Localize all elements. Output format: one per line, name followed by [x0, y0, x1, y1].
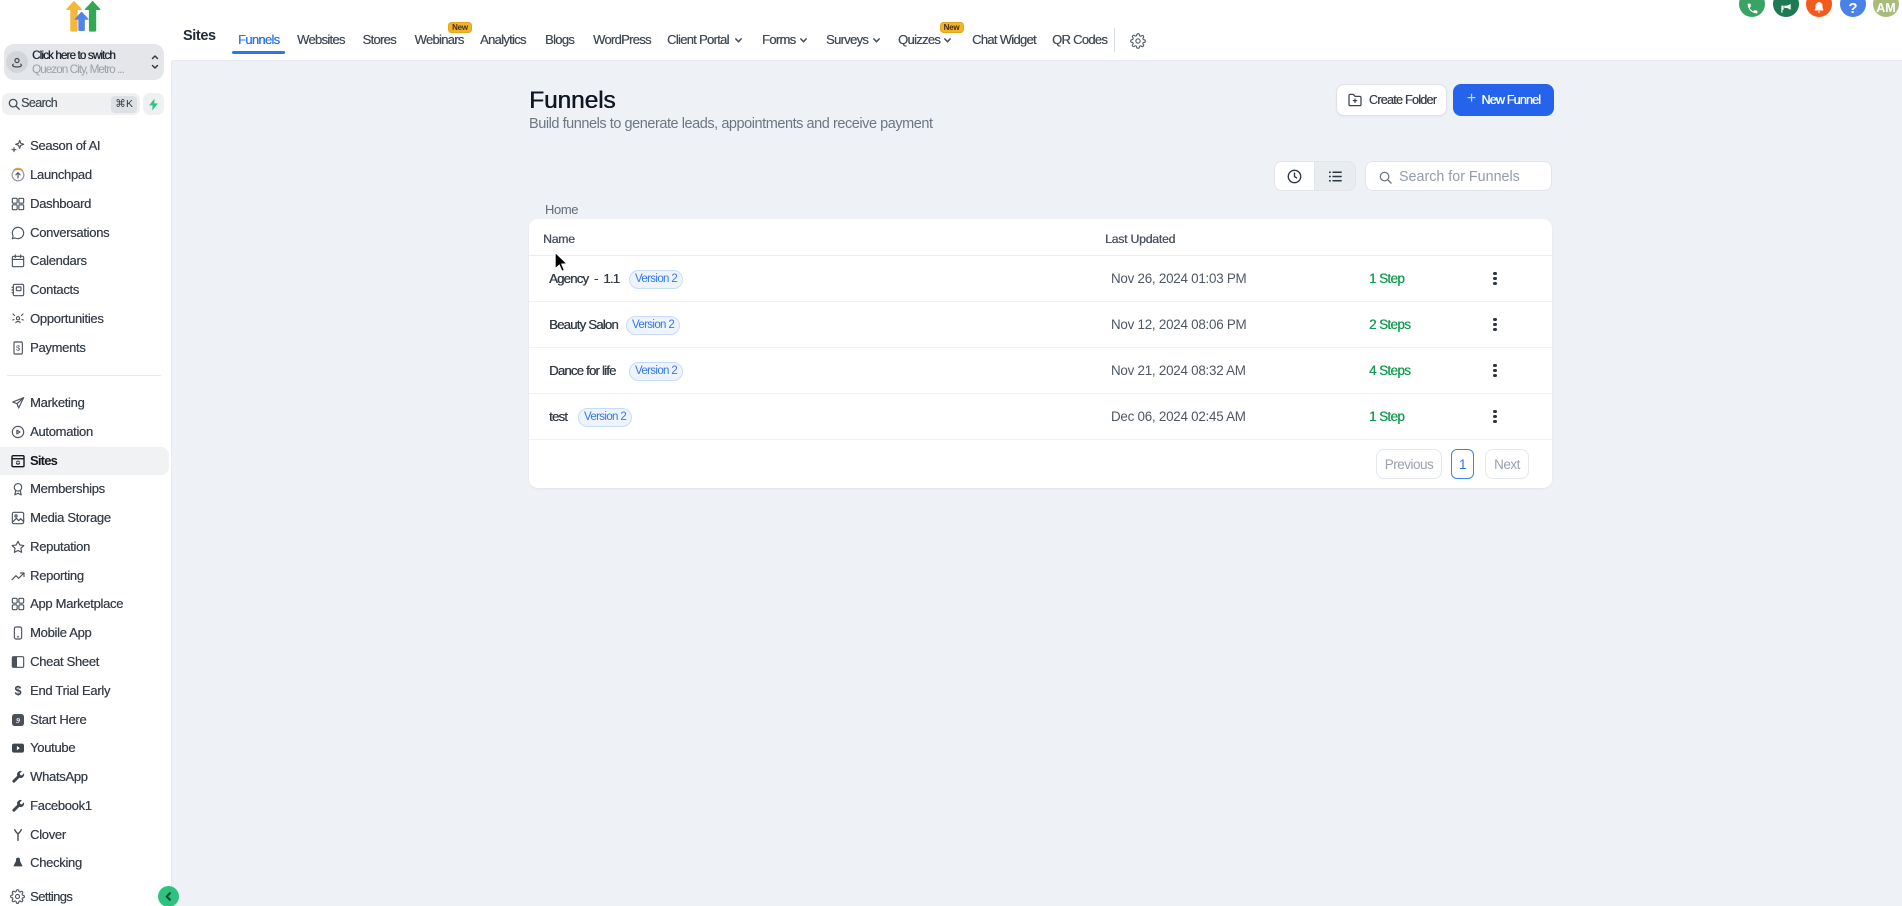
svg-text:$: $ — [16, 343, 21, 352]
svg-text:9: 9 — [16, 716, 20, 725]
svg-text:$: $ — [14, 684, 21, 698]
